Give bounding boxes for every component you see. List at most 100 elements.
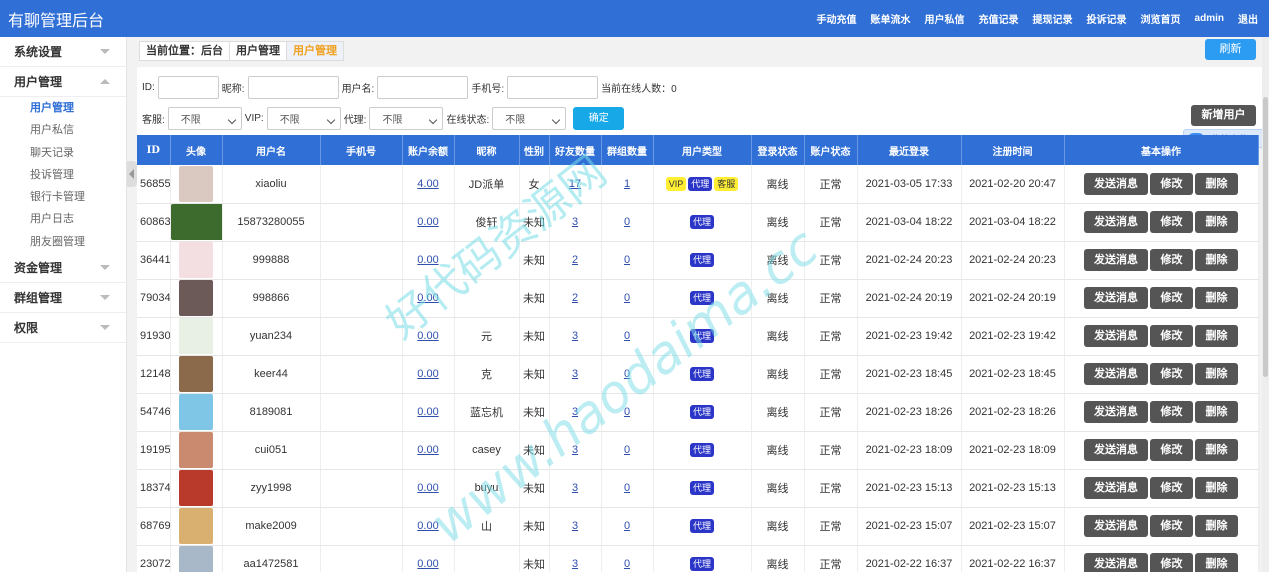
delete-button[interactable]: 删除 — [1195, 172, 1238, 195]
sidebar-item[interactable]: 聊天记录 — [0, 142, 126, 164]
balance-link[interactable]: 0.00 — [417, 216, 438, 228]
top-nav-item[interactable]: 提现记录 — [1026, 11, 1080, 26]
id-input[interactable] — [157, 76, 219, 99]
balance-link[interactable]: 0.00 — [417, 406, 438, 418]
vip-select[interactable]: 不限 — [266, 107, 341, 130]
send-message-button[interactable]: 发送消息 — [1084, 515, 1148, 537]
scrollbar-thumb[interactable] — [1263, 97, 1268, 377]
groups-link[interactable]: 0 — [624, 520, 630, 532]
edit-button[interactable]: 修改 — [1150, 172, 1193, 195]
friends-link[interactable]: 3 — [572, 330, 578, 342]
add-user-button[interactable]: 新增用户 — [1191, 105, 1256, 126]
balance-link[interactable]: 0.00 — [417, 444, 438, 456]
refresh-button[interactable]: 刷新 — [1205, 39, 1256, 60]
balance-link[interactable]: 0.00 — [417, 292, 438, 304]
edit-button[interactable]: 修改 — [1150, 401, 1193, 423]
delete-button[interactable]: 删除 — [1195, 287, 1238, 309]
sidebar-collapse-handle[interactable] — [127, 161, 137, 187]
groups-link[interactable]: 0 — [624, 444, 630, 456]
edit-button[interactable]: 修改 — [1150, 249, 1193, 271]
top-nav-item[interactable]: 退出 — [1231, 11, 1265, 26]
sidebar-item[interactable]: 银行卡管理 — [0, 186, 126, 208]
delete-button[interactable]: 删除 — [1195, 249, 1238, 271]
edit-button[interactable]: 修改 — [1150, 553, 1193, 572]
top-nav-item[interactable]: 投诉记录 — [1080, 11, 1134, 26]
friends-link[interactable]: 2 — [572, 254, 578, 266]
top-nav-item[interactable]: admin — [1188, 13, 1231, 24]
edit-button[interactable]: 修改 — [1150, 439, 1193, 461]
sidebar-group[interactable]: 系统设置 — [0, 37, 126, 67]
friends-link[interactable]: 3 — [572, 406, 578, 418]
top-nav-item[interactable]: 用户私信 — [918, 11, 972, 26]
breadcrumb-prefix[interactable]: 当前位置：后台 — [140, 42, 229, 60]
sidebar-item[interactable]: 用户私信 — [0, 119, 126, 141]
sidebar-group[interactable]: 权限 — [0, 313, 126, 344]
friends-link[interactable]: 3 — [572, 558, 578, 570]
delete-button[interactable]: 删除 — [1195, 439, 1238, 461]
cs-select[interactable]: 不限 — [167, 107, 242, 130]
balance-link[interactable]: 0.00 — [417, 330, 438, 342]
groups-link[interactable]: 0 — [624, 406, 630, 418]
send-message-button[interactable]: 发送消息 — [1084, 439, 1148, 461]
balance-link[interactable]: 0.00 — [417, 368, 438, 380]
online-status-select[interactable]: 不限 — [492, 107, 567, 130]
groups-link[interactable]: 0 — [624, 292, 630, 304]
delete-button[interactable]: 删除 — [1195, 325, 1238, 347]
sidebar-group[interactable]: 资金管理 — [0, 253, 126, 284]
sidebar-group[interactable]: 用户管理 — [0, 67, 126, 97]
groups-link[interactable]: 0 — [624, 368, 630, 380]
edit-button[interactable]: 修改 — [1150, 211, 1193, 233]
top-nav-item[interactable]: 充值记录 — [972, 11, 1026, 26]
balance-link[interactable]: 0.00 — [417, 520, 438, 532]
send-message-button[interactable]: 发送消息 — [1084, 401, 1148, 423]
balance-link[interactable]: 4.00 — [417, 178, 438, 190]
edit-button[interactable]: 修改 — [1150, 515, 1193, 537]
friends-link[interactable]: 17 — [569, 178, 581, 190]
sidebar-item[interactable]: 用户管理 — [0, 97, 126, 119]
edit-button[interactable]: 修改 — [1150, 287, 1193, 309]
delete-button[interactable]: 删除 — [1195, 363, 1238, 385]
breadcrumb-section[interactable]: 用户管理 — [229, 42, 286, 60]
groups-link[interactable]: 0 — [624, 216, 630, 228]
groups-link[interactable]: 1 — [624, 178, 630, 190]
friends-link[interactable]: 3 — [572, 368, 578, 380]
send-message-button[interactable]: 发送消息 — [1084, 287, 1148, 309]
friends-link[interactable]: 3 — [572, 444, 578, 456]
send-message-button[interactable]: 发送消息 — [1084, 477, 1148, 499]
balance-link[interactable]: 0.00 — [417, 482, 438, 494]
send-message-button[interactable]: 发送消息 — [1084, 211, 1148, 233]
top-nav-item[interactable]: 手动充值 — [810, 11, 864, 26]
groups-link[interactable]: 0 — [624, 558, 630, 570]
send-message-button[interactable]: 发送消息 — [1084, 249, 1148, 271]
balance-link[interactable]: 0.00 — [417, 254, 438, 266]
agent-select[interactable]: 不限 — [369, 107, 444, 130]
groups-link[interactable]: 0 — [624, 330, 630, 342]
friends-link[interactable]: 3 — [572, 520, 578, 532]
top-nav-item[interactable]: 浏览首页 — [1134, 11, 1188, 26]
send-message-button[interactable]: 发送消息 — [1084, 325, 1148, 347]
groups-link[interactable]: 0 — [624, 482, 630, 494]
groups-link[interactable]: 0 — [624, 254, 630, 266]
delete-button[interactable]: 删除 — [1195, 477, 1238, 499]
edit-button[interactable]: 修改 — [1150, 477, 1193, 499]
confirm-button[interactable]: 确定 — [573, 107, 625, 130]
sidebar-item[interactable]: 投诉管理 — [0, 164, 126, 186]
top-nav-item[interactable]: 账单流水 — [864, 11, 918, 26]
nickname-input[interactable] — [247, 76, 339, 99]
send-message-button[interactable]: 发送消息 — [1084, 553, 1148, 572]
delete-button[interactable]: 删除 — [1195, 553, 1238, 572]
edit-button[interactable]: 修改 — [1150, 363, 1193, 385]
edit-button[interactable]: 修改 — [1150, 325, 1193, 347]
delete-button[interactable]: 删除 — [1195, 211, 1238, 233]
page-scrollbar[interactable] — [1262, 37, 1269, 572]
phone-input[interactable] — [507, 76, 599, 99]
send-message-button[interactable]: 发送消息 — [1084, 363, 1148, 385]
send-message-button[interactable]: 发送消息 — [1084, 172, 1148, 195]
balance-link[interactable]: 0.00 — [417, 558, 438, 570]
sidebar-item[interactable]: 朋友圈管理 — [0, 231, 126, 253]
delete-button[interactable]: 删除 — [1195, 515, 1238, 537]
friends-link[interactable]: 2 — [572, 292, 578, 304]
delete-button[interactable]: 删除 — [1195, 401, 1238, 423]
username-input[interactable] — [377, 76, 469, 99]
friends-link[interactable]: 3 — [572, 482, 578, 494]
